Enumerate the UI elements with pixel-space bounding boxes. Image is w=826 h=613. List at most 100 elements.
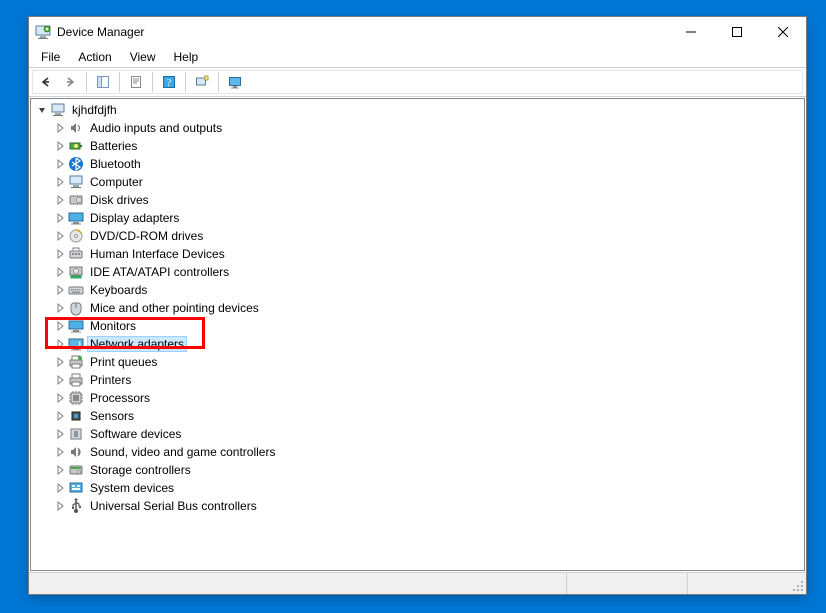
tree-item-label: Monitors xyxy=(87,319,139,333)
app-icon xyxy=(35,24,51,40)
tree-item[interactable]: Sensors xyxy=(53,407,804,425)
tree-item-label: Keyboards xyxy=(87,283,150,297)
close-button[interactable] xyxy=(760,17,806,47)
tree-item[interactable]: Disk drives xyxy=(53,191,804,209)
tree-item[interactable]: Mice and other pointing devices xyxy=(53,299,804,317)
expand-icon[interactable] xyxy=(53,139,67,153)
tree-item[interactable]: Human Interface Devices xyxy=(53,245,804,263)
monitors-button[interactable] xyxy=(224,71,246,93)
expand-icon[interactable] xyxy=(53,301,67,315)
device-tree-panel[interactable]: kjhdfdjfh Audio inputs and outputs Batter… xyxy=(30,98,805,571)
tree-item[interactable]: Batteries xyxy=(53,137,804,155)
tree-item[interactable]: Print queues xyxy=(53,353,804,371)
menu-help[interactable]: Help xyxy=(166,48,207,66)
bluetooth-icon xyxy=(68,156,84,172)
tree-item-label: Audio inputs and outputs xyxy=(87,121,225,135)
software-icon xyxy=(68,426,84,442)
expand-icon[interactable] xyxy=(53,463,67,477)
tree-item-label: Storage controllers xyxy=(87,463,194,477)
audio-icon xyxy=(68,120,84,136)
expand-icon[interactable] xyxy=(53,175,67,189)
storage-icon xyxy=(68,462,84,478)
toolbar-separator xyxy=(86,72,87,92)
expand-icon[interactable] xyxy=(53,337,67,351)
expand-icon[interactable] xyxy=(53,355,67,369)
expand-icon[interactable] xyxy=(53,499,67,513)
maximize-button[interactable] xyxy=(714,17,760,47)
expand-icon[interactable] xyxy=(53,481,67,495)
tree-item[interactable]: Network adapters xyxy=(53,335,804,353)
tree-item-label: Disk drives xyxy=(87,193,152,207)
menu-file[interactable]: File xyxy=(33,48,68,66)
expand-icon[interactable] xyxy=(53,373,67,387)
computer-icon xyxy=(68,174,84,190)
expand-icon[interactable] xyxy=(53,157,67,171)
minimize-button[interactable] xyxy=(668,17,714,47)
toolbar-separator xyxy=(218,72,219,92)
tree-item-label: DVD/CD-ROM drives xyxy=(87,229,206,243)
tree-item[interactable]: Storage controllers xyxy=(53,461,804,479)
tree-item[interactable]: DVD/CD-ROM drives xyxy=(53,227,804,245)
tree-item-label: Display adapters xyxy=(87,211,182,225)
menu-action[interactable]: Action xyxy=(70,48,119,66)
collapse-icon[interactable] xyxy=(35,103,49,117)
expand-icon[interactable] xyxy=(53,211,67,225)
ide-icon xyxy=(68,264,84,280)
device-manager-window: Device Manager File Action View Help xyxy=(28,16,807,595)
tree-item-label: Sensors xyxy=(87,409,137,423)
forward-button[interactable] xyxy=(59,71,81,93)
tree-item[interactable]: Sound, video and game controllers xyxy=(53,443,804,461)
printqueue-icon xyxy=(68,354,84,370)
show-hide-tree-button[interactable] xyxy=(92,71,114,93)
expand-icon[interactable] xyxy=(53,445,67,459)
tree-item[interactable]: System devices xyxy=(53,479,804,497)
menu-view[interactable]: View xyxy=(122,48,164,66)
tree-root-node[interactable]: kjhdfdjfh xyxy=(35,101,804,119)
tree-item[interactable]: Computer xyxy=(53,173,804,191)
tree-item[interactable]: Printers xyxy=(53,371,804,389)
tree-item[interactable]: Processors xyxy=(53,389,804,407)
system-icon xyxy=(68,480,84,496)
usb-icon xyxy=(68,498,84,514)
tree-item-label: Mice and other pointing devices xyxy=(87,301,262,315)
tree-item[interactable]: Software devices xyxy=(53,425,804,443)
toolbar-separator xyxy=(185,72,186,92)
help-button[interactable]: ? xyxy=(158,71,180,93)
tree-item[interactable]: Bluetooth xyxy=(53,155,804,173)
printer-icon xyxy=(68,372,84,388)
properties-button[interactable] xyxy=(125,71,147,93)
expand-icon[interactable] xyxy=(53,121,67,135)
expand-icon[interactable] xyxy=(53,265,67,279)
tree-item[interactable]: Monitors xyxy=(53,317,804,335)
tree-item[interactable]: Keyboards xyxy=(53,281,804,299)
computer-icon xyxy=(50,102,66,118)
tree-item[interactable]: Audio inputs and outputs xyxy=(53,119,804,137)
tree-item[interactable]: Universal Serial Bus controllers xyxy=(53,497,804,515)
expand-icon[interactable] xyxy=(53,229,67,243)
toolbar-container: ? xyxy=(29,67,806,97)
expand-icon[interactable] xyxy=(53,193,67,207)
expand-icon[interactable] xyxy=(53,391,67,405)
tree-item-label: Processors xyxy=(87,391,153,405)
expand-icon[interactable] xyxy=(53,409,67,423)
expand-icon[interactable] xyxy=(53,283,67,297)
scan-hardware-button[interactable] xyxy=(191,71,213,93)
resize-grip-icon[interactable] xyxy=(788,573,806,594)
tree-item[interactable]: Display adapters xyxy=(53,209,804,227)
mouse-icon xyxy=(68,300,84,316)
expand-icon[interactable] xyxy=(53,247,67,261)
expand-icon[interactable] xyxy=(53,427,67,441)
tree-item[interactable]: IDE ATA/ATAPI controllers xyxy=(53,263,804,281)
menubar: File Action View Help xyxy=(29,47,806,67)
tree-item-label: Human Interface Devices xyxy=(87,247,228,261)
keyboard-icon xyxy=(68,282,84,298)
tree-item-label: Bluetooth xyxy=(87,157,144,171)
expand-icon[interactable] xyxy=(53,319,67,333)
sensor-icon xyxy=(68,408,84,424)
tree-item-label: Software devices xyxy=(87,427,184,441)
tree-item-label: IDE ATA/ATAPI controllers xyxy=(87,265,232,279)
battery-icon xyxy=(68,138,84,154)
toolbar-separator xyxy=(152,72,153,92)
sound-icon xyxy=(68,444,84,460)
back-button[interactable] xyxy=(35,71,57,93)
